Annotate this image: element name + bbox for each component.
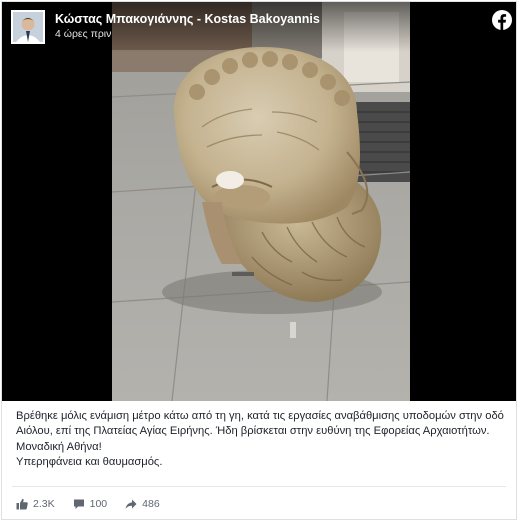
likes-count: 2.3K (33, 498, 55, 510)
caption-line: Βρέθηκε μόλις ενάμιση μέτρο κάτω από τη … (16, 410, 504, 422)
post-photo[interactable] (112, 2, 410, 401)
caption-line: Αιόλου, επί της Πλατείας Αγίας Ειρήνης. … (16, 425, 490, 438)
profile-picture (13, 12, 43, 42)
post-media[interactable]: Κώστας Μπακογιάννης - Kostas Bakoyannis … (2, 2, 516, 401)
post-caption: Βρέθηκε μόλις ενάμιση μέτρο κάτω από τη … (16, 409, 504, 470)
divider (12, 486, 506, 487)
shares-stat[interactable]: 486 (125, 498, 160, 510)
author-name[interactable]: Κώστας Μπακογιάννης - Kostas Bakoyannis (55, 12, 320, 26)
marble-head-photo (112, 2, 410, 401)
comments-stat[interactable]: 100 (73, 498, 108, 510)
avatar[interactable] (11, 10, 45, 44)
caption-line: Υπερηφάνεια και θαυμασμός. (16, 455, 163, 468)
thumbs-up-icon (16, 498, 28, 510)
comment-icon (73, 499, 84, 509)
caption-line: Μοναδική Αθήνα! (16, 440, 102, 453)
engagement-stats: 2.3K 100 486 (16, 496, 178, 512)
post-timestamp[interactable]: 4 ώρες πριν (55, 28, 111, 40)
post-header: Κώστας Μπακογιάννης - Kostas Bakoyannis … (2, 2, 516, 52)
shares-count: 486 (142, 498, 160, 510)
share-arrow-icon (125, 499, 137, 509)
facebook-icon[interactable] (492, 10, 512, 30)
comments-count: 100 (89, 498, 108, 510)
facebook-post-card: Κώστας Μπακογιάννης - Kostas Bakoyannis … (1, 1, 517, 520)
likes-stat[interactable]: 2.3K (16, 498, 55, 510)
